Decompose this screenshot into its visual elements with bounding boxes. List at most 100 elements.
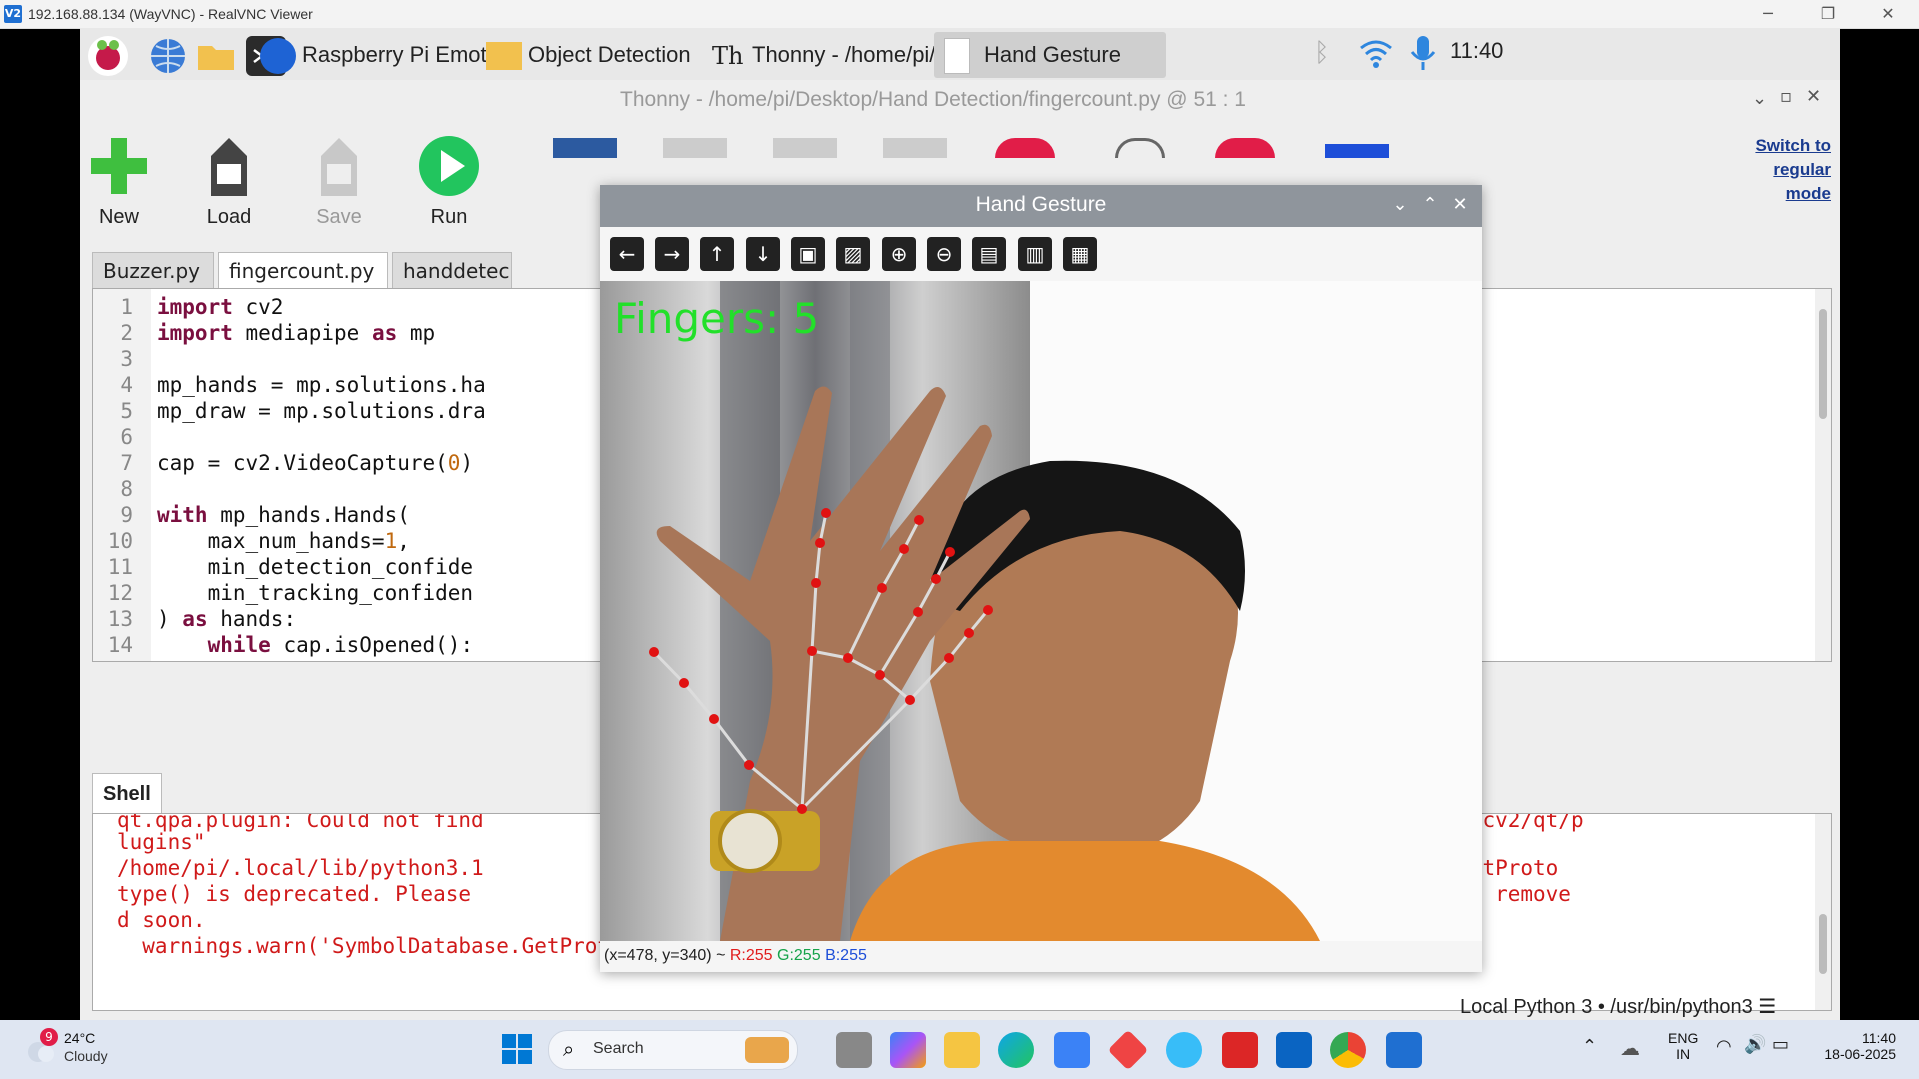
onedrive-icon[interactable]: ☁ [1620,1036,1640,1060]
file-manager-icon[interactable] [196,36,236,76]
step-over-icon[interactable] [663,138,727,158]
pan-down-icon[interactable]: ↓ [746,237,780,271]
run-button[interactable]: Run [404,134,494,229]
step-into-icon[interactable] [773,138,837,158]
chrome-icon[interactable] [1330,1032,1366,1068]
interpreter-status[interactable]: Local Python 3 • /usr/bin/python3 ☰ [1460,994,1776,1019]
copilot-icon[interactable] [890,1032,926,1068]
camera-frame[interactable]: Fingers: 5 [600,281,1482,941]
tab-fingercount[interactable]: fingercount.py ✖ [218,252,388,319]
mcafee-icon[interactable] [1222,1032,1258,1068]
load-button[interactable]: Load [184,134,274,229]
wifi-icon[interactable] [1358,36,1394,74]
zoom-original-icon[interactable]: ▨ [836,237,870,271]
minimize-icon[interactable]: ─ [1745,2,1791,26]
clock[interactable]: 11:40 18-06-2025 [1812,1030,1896,1062]
battery-icon[interactable]: ▭ [1772,1034,1789,1055]
hg-close-icon[interactable]: ✕ [1448,193,1472,217]
save-image-icon[interactable]: ▤ [972,237,1006,271]
new-button[interactable]: New [80,134,164,229]
stop-icon[interactable] [995,138,1055,158]
task-hand-gesture[interactable]: Hand Gesture [934,32,1166,78]
start-icon[interactable] [502,1034,532,1068]
task-thonny[interactable]: Th Thonny - /home/pi/.. [712,32,948,78]
task-hand-gesture-label: Hand Gesture [984,42,1121,67]
code-line: max_num_hands=1, [157,529,410,553]
save-button[interactable]: Save [294,134,384,229]
hand-gesture-title: Hand Gesture [975,193,1107,216]
anydesk-icon[interactable] [1107,1029,1149,1071]
debug-icon[interactable] [553,138,617,158]
search-highlight-icon [745,1037,789,1063]
task-emotion-label: Raspberry Pi Emotio.. [302,42,516,67]
line-number: 11 [107,555,133,579]
raspberry-menu-icon[interactable] [88,36,128,76]
realvnc-taskbar-icon[interactable] [1386,1032,1422,1068]
network-icon[interactable]: ◠ [1716,1036,1732,1057]
volume-icon[interactable]: 🔊 [1744,1034,1766,1055]
task-object-detection-label: Object Detection [528,42,691,67]
language-indicator[interactable]: ENG IN [1668,1030,1698,1062]
properties-icon[interactable]: ▦ [1063,237,1097,271]
pan-right-icon[interactable]: → [655,237,689,271]
switch-mode-link[interactable]: Switch to regular mode [1741,134,1831,206]
line-number-gutter: 1 2 3 4 5 6 7 8 9 10 11 12 13 14 [93,289,151,661]
microphone-icon[interactable] [1408,34,1438,78]
search-icon: ⌕ [563,1037,575,1061]
thonny-minimize-icon[interactable]: ⌄ [1752,88,1767,109]
shell-line: d soon. [117,908,206,932]
shell-tab[interactable]: Shell [92,773,162,814]
hg-maximize-icon[interactable]: ⌃ [1418,193,1442,217]
shell-scrollbar[interactable] [1815,814,1831,1010]
edge-icon[interactable] [998,1032,1034,1068]
line-number: 9 [120,503,133,527]
taskbar-search[interactable]: ⌕ Search [548,1030,798,1070]
bluetooth-icon[interactable]: ᛒ [1314,38,1330,68]
browser-globe-icon[interactable] [148,36,188,76]
hand-gesture-title-bar: Hand Gesture ⌄ ⌃ ✕ [600,185,1482,227]
pi-clock: 11:40 [1450,38,1504,63]
shell-line: lugins" [117,830,206,854]
lang-primary: ENG [1668,1030,1699,1046]
thonny-maximize-icon[interactable]: ▫ [1780,86,1792,107]
tray-expand-icon[interactable]: ⌃ [1582,1036,1597,1057]
resume-icon[interactable] [1115,138,1165,158]
zoom-in-icon[interactable]: ⊕ [882,237,916,271]
hand-gesture-window: Hand Gesture ⌄ ⌃ ✕ ← → ↑ ↓ ▣ ▨ ⊕ ⊖ ▤ ▥ ▦ [600,185,1482,972]
store-icon[interactable] [1054,1032,1090,1068]
code-line: with mp_hands.Hands( [157,503,410,527]
thonny-title-bar: Thonny - /home/pi/Desktop/Hand Detection… [80,80,1840,120]
line-number: 2 [120,321,133,345]
quit-icon[interactable] [1215,138,1275,158]
line-number: 7 [120,451,133,475]
close-icon[interactable]: ✕ [1865,2,1911,26]
pixel-coords: (x=478, y=340) ~ [604,947,730,964]
hg-minimize-icon[interactable]: ⌄ [1388,193,1412,217]
vnc-window-title: 192.168.88.134 (WayVNC) - RealVNC Viewer [28,6,313,22]
task-emotion[interactable]: Raspberry Pi Emotio.. [260,32,516,78]
task-object-detection[interactable]: Object Detection [486,32,691,78]
zoom-icon[interactable] [1325,144,1389,158]
tab-buzzer[interactable]: Buzzer.py ✖ [92,252,214,319]
copy-clipboard-icon[interactable]: ▥ [1018,237,1052,271]
remote-desktop: Raspberry Pi Emotio.. Object Detection T… [80,28,1840,1020]
pan-left-icon[interactable]: ← [610,237,644,271]
shell-scroll-thumb[interactable] [1819,914,1827,974]
pan-up-icon[interactable]: ↑ [700,237,734,271]
load-label: Load [206,206,252,228]
editor-scrollbar[interactable] [1815,289,1831,661]
file-explorer-icon[interactable] [944,1032,980,1068]
zoom-out-icon[interactable]: ⊖ [927,237,961,271]
outlook-icon[interactable] [1276,1032,1312,1068]
code-line: mp_draw = mp.solutions.dra [157,399,486,423]
task-view-icon[interactable] [836,1032,872,1068]
editor-scroll-thumb[interactable] [1819,309,1827,419]
zoom-fit-icon[interactable]: ▣ [791,237,825,271]
thonny-close-icon[interactable]: ✕ [1806,86,1821,107]
help-icon[interactable] [1166,1032,1202,1068]
restore-icon[interactable]: ❐ [1805,2,1851,26]
weather-widget[interactable]: 9 24°C Cloudy [22,1028,108,1068]
finger-count-overlay: Fingers: 5 [614,294,819,343]
step-out-icon[interactable] [883,138,947,158]
tab-handdetection[interactable]: handdetec [392,252,512,288]
